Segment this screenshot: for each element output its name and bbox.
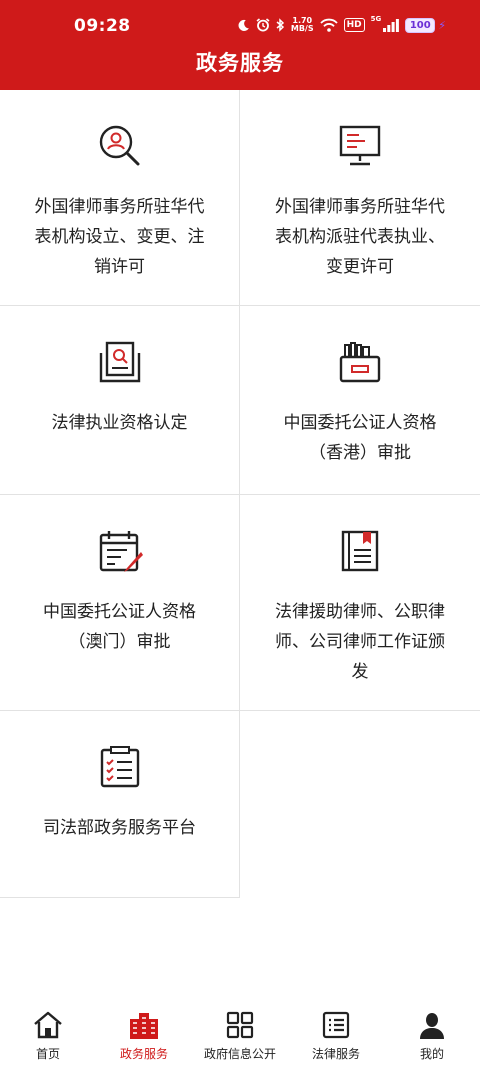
tab-government-services[interactable]: 政务服务	[96, 1000, 192, 1072]
service-item-foreign-law-firm-rep-office[interactable]: 外国律师事务所驻华代表机构设立、变更、注销许可	[0, 90, 239, 305]
alarm-icon	[256, 18, 270, 32]
status-time: 09:28	[74, 16, 131, 36]
grid-divider	[0, 305, 480, 306]
network-speed: 1.70 MB/S	[290, 16, 314, 33]
home-icon	[32, 1010, 64, 1040]
grid-divider	[239, 711, 240, 898]
tab-label: 政务服务	[119, 1047, 168, 1061]
service-item-label: 法律执业资格认定	[51, 413, 188, 433]
service-item-moj-service-platform[interactable]: 司法部政务服务平台	[0, 711, 239, 897]
grid-divider	[239, 90, 240, 710]
service-item-label: 法律援助律师、公职律师、公司律师工作证颁发	[275, 602, 445, 682]
app-header: 09:28 1.70 MB/S HD 5G 100 ⚡ 政务服务	[0, 0, 480, 90]
status-icons: 1.70 MB/S HD 5G 100 ⚡	[237, 14, 446, 36]
tab-profile[interactable]: 我的	[384, 1000, 480, 1072]
checklist-icon	[96, 743, 144, 791]
tab-home[interactable]: 首页	[0, 1000, 96, 1072]
bookmark-book-icon	[336, 527, 384, 575]
hd-badge: HD	[343, 18, 365, 32]
service-item-label: 外国律师事务所驻华代表机构派驻代表执业、变更许可	[275, 197, 445, 277]
grid-divider	[0, 897, 240, 898]
service-item-label: 中国委托公证人资格（澳门）审批	[43, 602, 196, 652]
tab-label: 我的	[419, 1047, 444, 1061]
grid-divider	[0, 710, 480, 711]
grid-divider	[0, 494, 480, 495]
monitor-icon	[336, 122, 384, 170]
service-item-label: 司法部政务服务平台	[43, 818, 196, 838]
service-item-label: 外国律师事务所驻华代表机构设立、变更、注销许可	[34, 197, 205, 277]
service-item-foreign-law-firm-rep-practice[interactable]: 外国律师事务所驻华代表机构派驻代表执业、变更许可	[240, 90, 480, 305]
service-item-lawyer-work-permit[interactable]: 法律援助律师、公职律师、公司律师工作证颁发	[240, 495, 480, 710]
tab-government-info[interactable]: 政府信息公开	[192, 1000, 288, 1072]
bluetooth-icon	[276, 18, 284, 32]
service-item-notary-hongkong[interactable]: 中国委托公证人资格（香港）审批	[240, 306, 480, 494]
page-title: 政务服务	[196, 51, 284, 75]
signal-label: 5G	[370, 15, 382, 23]
building-icon	[128, 1010, 160, 1040]
charging-icon: ⚡	[438, 18, 446, 32]
file-box-icon	[336, 338, 384, 386]
calendar-pen-icon	[96, 527, 144, 575]
search-person-icon	[96, 122, 144, 170]
document-search-icon	[96, 338, 144, 386]
signal-icon	[383, 19, 400, 32]
service-item-notary-macau[interactable]: 中国委托公证人资格（澳门）审批	[0, 495, 239, 710]
wifi-icon	[319, 18, 338, 32]
tab-label: 政府信息公开	[203, 1047, 276, 1061]
tab-label: 法律服务	[311, 1047, 360, 1061]
moon-icon	[238, 19, 249, 31]
tab-legal-services[interactable]: 法律服务	[288, 1000, 384, 1072]
person-icon	[416, 1010, 448, 1040]
list-icon	[320, 1010, 352, 1040]
bottom-tab-bar: 首页 政务服务 政府信息公开 法律服务 我的	[0, 1000, 480, 1072]
grid-icon	[224, 1010, 256, 1040]
battery-indicator: 100	[405, 17, 436, 33]
tab-label: 首页	[35, 1047, 60, 1061]
status-bar: 09:28 1.70 MB/S HD 5G 100 ⚡	[0, 0, 480, 44]
service-item-legal-practice-qualification[interactable]: 法律执业资格认定	[0, 306, 239, 494]
service-item-label: 中国委托公证人资格（香港）审批	[283, 413, 437, 463]
